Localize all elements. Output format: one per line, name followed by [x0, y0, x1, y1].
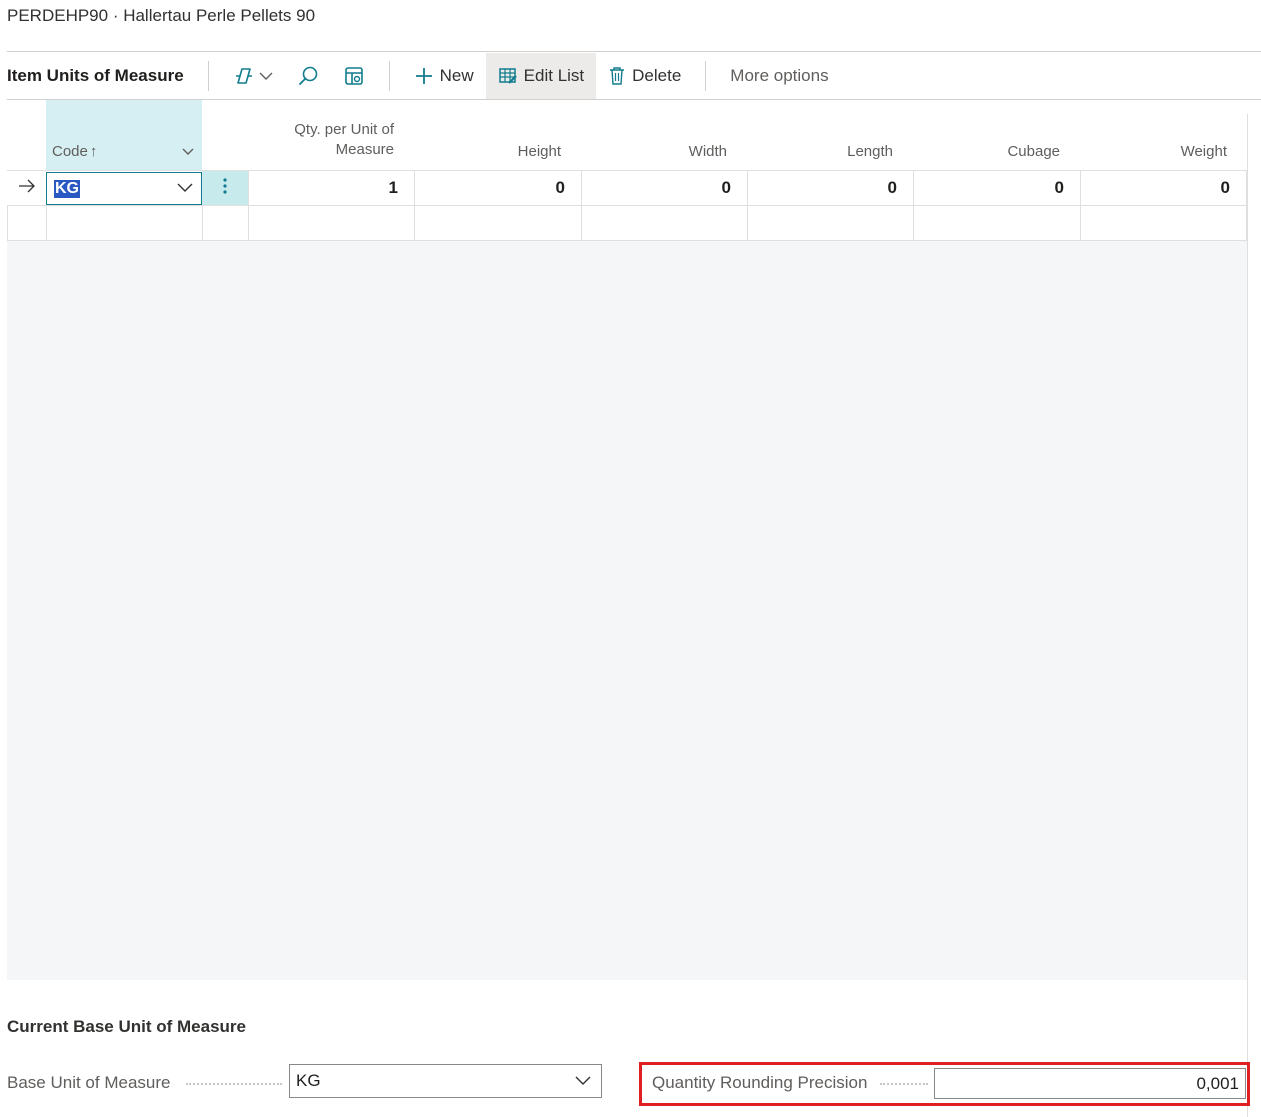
grid-header: Code ↑ Qty. per Unit of Measure Height Wi…	[7, 100, 1247, 170]
new-button-label: New	[439, 66, 474, 85]
action-bar: Item Units of Measure New Edit List Dele…	[7, 53, 1261, 99]
arrow-right-icon	[18, 178, 36, 198]
table-row-empty[interactable]	[7, 205, 1247, 240]
base-uom-label: Base Unit of Measure	[7, 1073, 171, 1092]
column-header-code-label: Code ↑	[52, 143, 97, 160]
chevron-down-icon	[259, 71, 273, 81]
vertical-ellipsis-icon	[222, 177, 228, 200]
base-uom-value: KG	[296, 1071, 321, 1090]
new-button[interactable]: New	[402, 53, 486, 99]
qty-per-unit-cell[interactable]: 1	[248, 171, 414, 205]
chevron-down-icon	[575, 1071, 591, 1091]
delete-button[interactable]: Delete	[596, 53, 693, 99]
qty-per-unit-cell-empty[interactable]	[248, 206, 414, 240]
code-field[interactable]: KG	[46, 172, 202, 205]
row-actions-button[interactable]	[202, 171, 248, 205]
column-header-qty-per-unit[interactable]: Qty. per Unit of Measure	[248, 100, 414, 170]
qty-header-line1: Qty. per Unit of	[294, 121, 394, 138]
copilot-icon	[233, 66, 255, 86]
column-header-cubage[interactable]: Cubage	[913, 100, 1080, 170]
table-row[interactable]: KG 1 0 0 0 0 0	[7, 170, 1247, 205]
length-cell-empty[interactable]	[747, 206, 913, 240]
chevron-down-icon[interactable]	[177, 180, 193, 198]
edit-list-button-label: Edit List	[523, 66, 585, 85]
column-header-weight[interactable]: Weight	[1080, 100, 1247, 170]
copilot-menu-button[interactable]	[221, 53, 285, 99]
edit-list-button[interactable]: Edit List	[485, 53, 597, 99]
row-indicator	[7, 171, 46, 205]
cubage-cell-empty[interactable]	[913, 206, 1080, 240]
code-header-text: Code	[52, 143, 88, 160]
sort-ascending-icon: ↑	[89, 143, 98, 160]
chevron-down-icon[interactable]	[182, 143, 194, 160]
toolbar-separator	[388, 61, 390, 91]
rounding-precision-label: Quantity Rounding Precision	[652, 1073, 868, 1092]
base-uom-select[interactable]: KG	[289, 1064, 602, 1098]
row-indicator	[7, 206, 46, 240]
edit-grid-icon	[498, 66, 518, 86]
breadcrumb: PERDEHP90 · Hallertau Perle Pellets 90	[7, 6, 316, 25]
weight-cell-empty[interactable]	[1080, 206, 1247, 240]
trash-icon	[608, 66, 626, 86]
section-title: Current Base Unit of Measure	[7, 1017, 246, 1036]
search-icon	[297, 65, 319, 87]
cubage-cell[interactable]: 0	[913, 171, 1080, 205]
plus-icon	[414, 66, 434, 86]
row-actions-cell-empty	[202, 206, 248, 240]
length-cell[interactable]: 0	[747, 171, 913, 205]
toolbar-separator	[705, 61, 707, 91]
label-leader-dots	[186, 1083, 282, 1085]
label-leader-dots	[880, 1083, 928, 1085]
table-refresh-icon	[343, 65, 365, 87]
code-value[interactable]: KG	[54, 179, 80, 198]
height-cell[interactable]: 0	[414, 171, 581, 205]
column-header-height[interactable]: Height	[414, 100, 581, 170]
divider	[1247, 114, 1248, 1117]
toolbar-separator	[207, 61, 209, 91]
width-cell[interactable]: 0	[581, 171, 747, 205]
column-header-width[interactable]: Width	[581, 100, 747, 170]
column-header-length[interactable]: Length	[747, 100, 913, 170]
more-options-button[interactable]: More options	[718, 53, 840, 99]
height-cell-empty[interactable]	[414, 206, 581, 240]
search-button[interactable]	[285, 53, 331, 99]
column-header-code[interactable]: Code ↑	[46, 100, 202, 170]
page-title: Item Units of Measure	[7, 66, 184, 85]
code-cell-empty[interactable]	[46, 206, 202, 240]
qty-header-line2: Measure	[335, 141, 394, 158]
rounding-precision-input[interactable]: 0,001	[934, 1068, 1246, 1099]
weight-cell[interactable]: 0	[1080, 171, 1247, 205]
divider	[7, 51, 1261, 52]
delete-button-label: Delete	[632, 66, 682, 85]
divider	[7, 240, 1247, 241]
width-cell-empty[interactable]	[581, 206, 747, 240]
open-in-excel-button[interactable]	[331, 53, 377, 99]
units-grid: Code ↑ Qty. per Unit of Measure Height Wi…	[7, 100, 1247, 980]
